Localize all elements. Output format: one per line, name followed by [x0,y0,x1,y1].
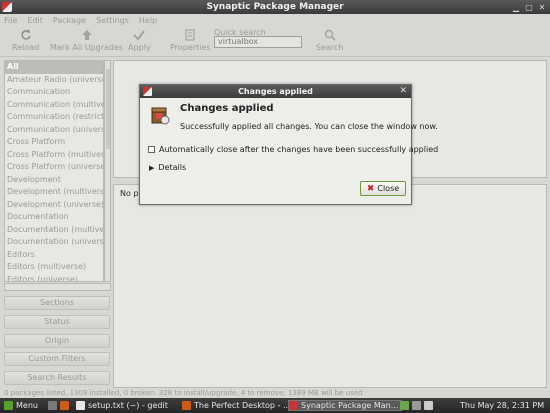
minimize-icon[interactable]: ▁ [511,2,521,12]
category-item[interactable]: Documentation (universe) [5,236,103,249]
properties-button[interactable]: Properties [170,29,210,52]
category-item[interactable]: Cross Platform [5,136,103,149]
taskbar-item-gedit[interactable]: setup.txt (~) - gedit [76,400,168,411]
terminal-icon[interactable] [48,401,57,410]
close-x-icon: ✖ [366,183,375,194]
category-item[interactable]: Documentation (multiverse) [5,224,103,237]
window-title: Synaptic Package Manager [206,2,344,12]
quick-search-input[interactable]: virtualbox [214,36,302,48]
origin-button[interactable]: Origin [4,334,110,348]
category-item[interactable]: Cross Platform (multiverse) [5,149,103,162]
category-item[interactable]: Communication (universe) [5,124,103,137]
properties-icon [185,29,195,41]
category-item[interactable]: Amateur Radio (universe) [5,74,103,87]
search-label: Search [316,43,344,52]
reload-icon [20,29,31,40]
taskbar-item-label: setup.txt (~) - gedit [88,401,168,410]
dialog-message: Successfully applied all changes. You ca… [180,122,438,131]
taskbar-item-label: Synaptic Package Man... [301,401,399,410]
toolbar: Reload Mark All Upgrades Apply Propertie… [0,27,550,57]
properties-label: Properties [170,43,211,52]
apply-button[interactable]: Apply [128,29,151,52]
sections-button[interactable]: Sections [4,296,110,310]
details-label: Details [158,163,187,172]
synaptic-icon [289,401,298,410]
details-expander[interactable]: ▶ Details [149,163,186,172]
category-item[interactable]: Editors (multiverse) [5,261,103,274]
close-icon[interactable]: ✕ [537,2,547,12]
menu-file[interactable]: File [4,16,17,25]
menu-label: Menu [16,401,38,410]
dialog-app-icon [143,87,152,96]
reload-label: Reload [12,43,40,52]
taskbar-item-synaptic[interactable]: Synaptic Package Man... [288,400,403,411]
menu-button[interactable]: Menu [4,400,38,411]
category-list: All Amateur Radio (universe) Communicati… [4,60,104,282]
category-item[interactable]: Communication [5,86,103,99]
auto-close-label: Automatically close after the changes ha… [159,145,439,154]
package-box-icon [151,107,170,125]
update-icon[interactable] [424,401,433,410]
expander-arrow-icon: ▶ [149,163,155,172]
search-icon [324,29,336,41]
upgrade-icon [81,30,92,40]
taskbar-item-firefox[interactable]: The Perfect Desktop - ... [182,400,291,411]
close-button-label: Close [377,184,400,193]
mark-all-upgrades-button[interactable]: Mark All Upgrades [50,29,123,52]
category-item[interactable]: All [5,61,103,74]
category-item[interactable]: Editors [5,249,103,262]
status-button[interactable]: Status [4,315,110,329]
category-item[interactable]: Development (multiverse) [5,186,103,199]
maximize-icon[interactable]: ▢ [524,2,534,12]
auto-close-checkbox[interactable]: Automatically close after the changes ha… [148,145,438,154]
tray [400,400,433,411]
category-horizontal-scrollbar[interactable] [4,283,111,291]
search-button[interactable]: Search [316,29,343,52]
category-item[interactable]: Communication (restricted) [5,111,103,124]
category-item[interactable]: Documentation [5,211,103,224]
search-results-button[interactable]: Search Results [4,371,110,385]
clock[interactable]: Thu May 28, 2:31 PM [460,400,544,411]
taskbar: Menu setup.txt (~) - gedit The Perfect D… [0,398,550,413]
volume-icon[interactable] [412,401,421,410]
firefox-icon [182,401,191,410]
category-item[interactable]: Editors (universe) [5,274,103,282]
package-description: No pa [113,184,547,388]
reload-button[interactable]: Reload [12,29,39,52]
menu-settings[interactable]: Settings [96,16,129,25]
category-vertical-scrollbar[interactable] [104,60,111,282]
menu-edit[interactable]: Edit [27,16,43,25]
category-item[interactable]: Development [5,174,103,187]
network-icon[interactable] [400,401,409,410]
close-button[interactable]: ✖ Close [360,181,406,196]
category-item[interactable]: Communication (multiverse) [5,99,103,112]
apply-label: Apply [128,43,151,52]
window-titlebar: Synaptic Package Manager ▁ ▢ ✕ [0,0,550,14]
dialog-close-icon[interactable]: ✕ [399,85,407,98]
mark-all-label: Mark All Upgrades [50,43,124,52]
gedit-icon [76,401,85,410]
scrollbar-thumb[interactable] [106,69,110,149]
statusbar: 0 packages listed, 1309 installed, 0 bro… [0,389,550,398]
window-controls: ▁ ▢ ✕ [511,2,547,12]
dialog-heading: Changes applied [180,103,274,114]
menubar: File Edit Package Settings Help [0,14,550,27]
custom-filters-button[interactable]: Custom Filters [4,352,110,366]
menu-help[interactable]: Help [139,16,157,25]
checkbox-box[interactable] [148,146,155,153]
changes-applied-dialog: Changes applied ✕ Changes applied Succes… [139,84,438,205]
category-item[interactable]: Development (universe) [5,199,103,212]
quicklaunch [48,400,69,411]
category-item[interactable]: Cross Platform (universe) [5,161,103,174]
mint-menu-icon [4,401,13,410]
apply-icon [133,30,146,41]
dialog-title: Changes applied [238,87,313,96]
taskbar-item-label: The Perfect Desktop - ... [194,401,291,410]
menu-package[interactable]: Package [53,16,86,25]
firefox-icon[interactable] [60,401,69,410]
dialog-titlebar: Changes applied ✕ [140,85,411,98]
